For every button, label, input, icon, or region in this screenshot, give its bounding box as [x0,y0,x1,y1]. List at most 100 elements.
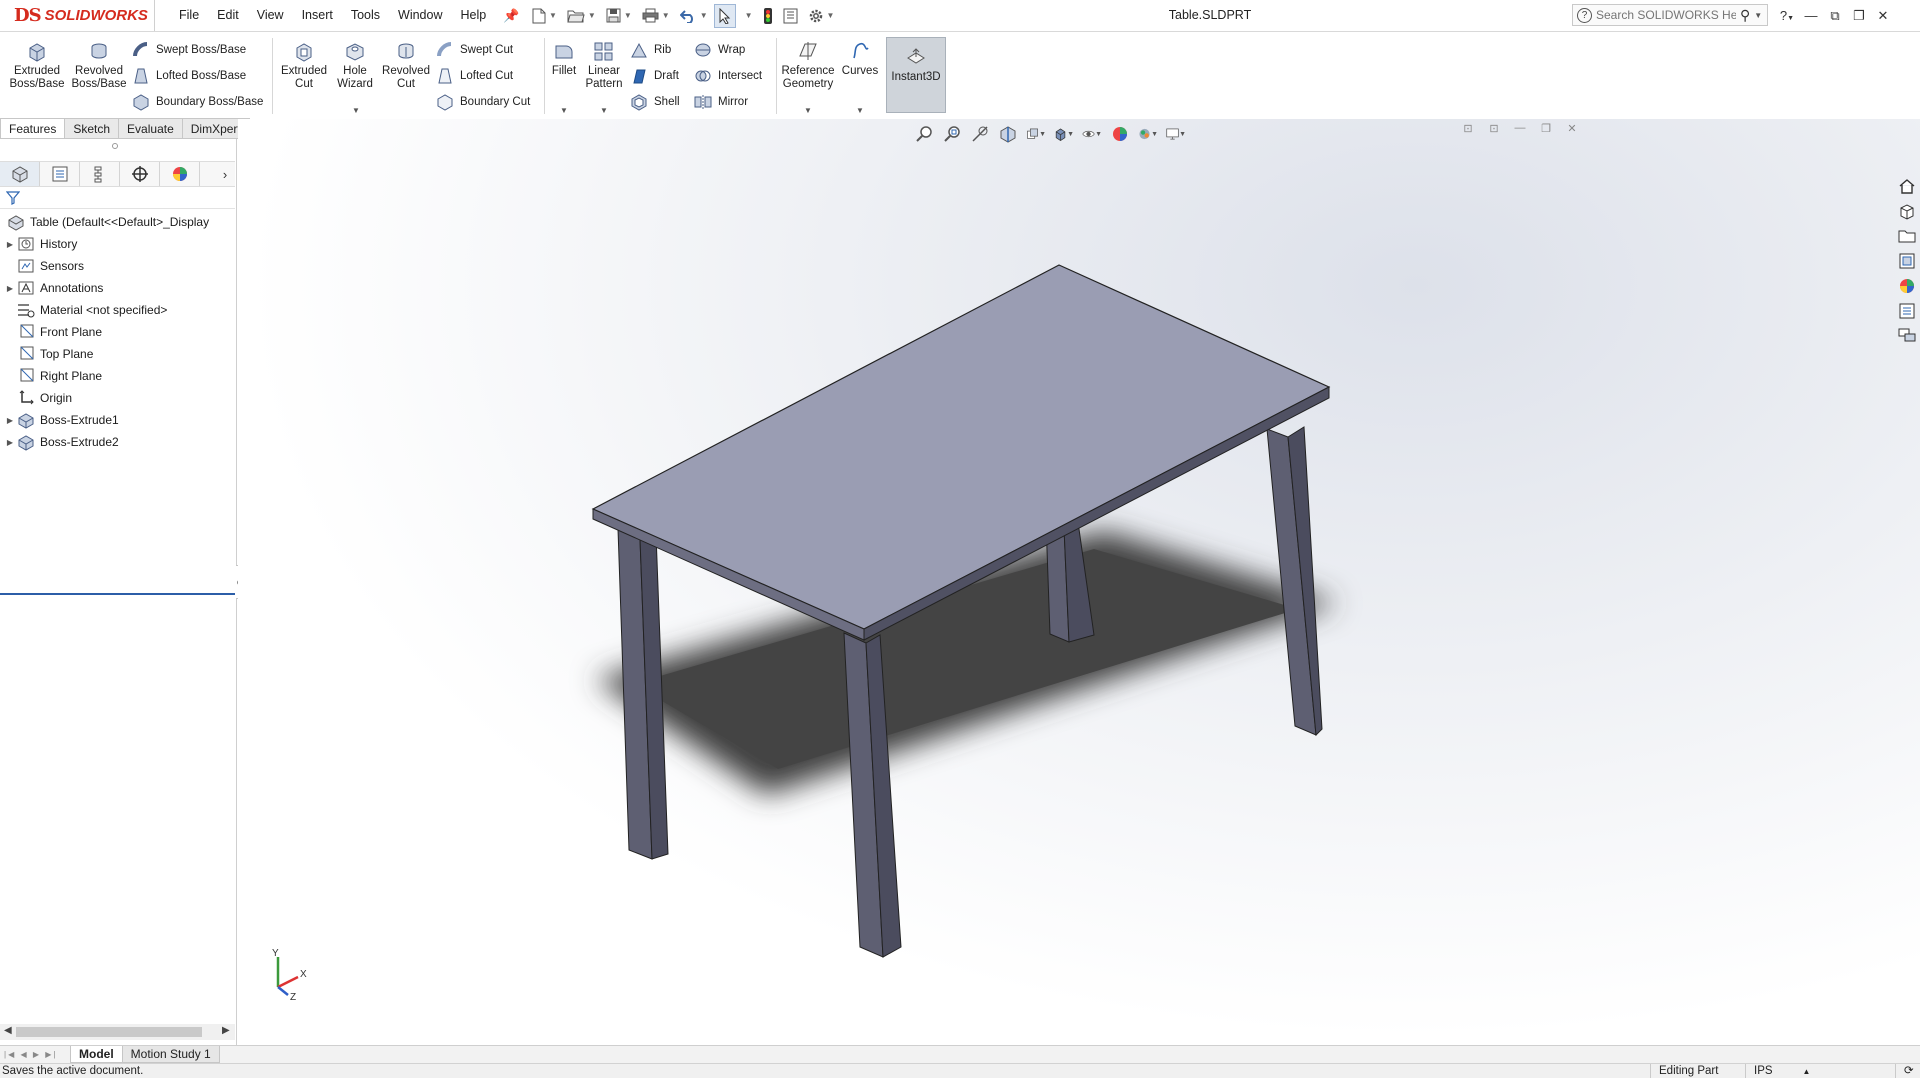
tree-filter[interactable] [0,187,235,209]
curves-button[interactable]: Curves ▼ [838,40,882,115]
menu-tools[interactable]: Tools [342,0,389,31]
dynamic-annotation-button[interactable]: ▼ [1026,124,1046,144]
linear-pattern-dropdown[interactable]: ▼ [600,104,608,117]
draft-button[interactable]: Draft [630,66,679,86]
swept-cut-button[interactable]: Swept Cut [436,40,513,60]
new-document-button[interactable]: ▼ [528,4,561,28]
custom-properties-tab[interactable] [1896,300,1918,322]
viewport-next-icon[interactable]: ⊡ [1486,122,1502,138]
undo-button[interactable]: ▼ [676,4,712,28]
previous-view-button[interactable] [970,124,990,144]
tree-item-right-plane[interactable]: Right Plane [0,365,235,387]
tab-motion-study[interactable]: Motion Study 1 [121,1046,220,1063]
menu-file[interactable]: File [170,0,208,31]
open-button[interactable]: ▼ [563,4,600,28]
featuremanager-tab[interactable] [0,162,40,186]
graphics-area[interactable]: ▼ ▼ ▼ ▼ ▼ ⊡ ⊡ — ❐ ✕ Y X Z [238,119,1920,1045]
zoom-to-fit-button[interactable] [914,124,934,144]
tree-item-origin[interactable]: Origin [0,387,235,409]
tree-item-history[interactable]: ▶ History [0,233,235,255]
design-library-tab[interactable] [1896,200,1918,222]
instant3d-toggle[interactable]: Instant3D [886,37,946,113]
file-explorer-tab[interactable] [1896,225,1918,247]
lofted-cut-button[interactable]: Lofted Cut [436,66,513,86]
hole-wizard-button[interactable]: Hole Wizard ▼ [332,40,378,115]
menu-help[interactable]: Help [452,0,496,31]
viewport-minimize-button[interactable]: — [1512,122,1528,138]
viewport-prev-icon[interactable]: ⊡ [1460,122,1476,138]
menu-edit[interactable]: Edit [208,0,248,31]
extruded-boss-button[interactable]: Extruded Boss/Base [6,40,68,110]
boundary-cut-button[interactable]: Boundary Cut [436,92,530,112]
units-selector[interactable]: IPS ▲ [1745,1064,1835,1078]
displaymanager-tab[interactable] [160,162,200,186]
hole-wizard-dropdown[interactable]: ▼ [352,104,360,117]
menu-insert[interactable]: Insert [293,0,342,31]
file-properties-button[interactable] [779,4,802,28]
rebuild-button[interactable] [759,4,777,28]
tab-evaluate[interactable]: Evaluate [118,118,183,139]
tile-windows-button[interactable]: ⧉ [1823,8,1847,24]
solidworks-resources-tab[interactable] [1896,175,1918,197]
more-tabs-arrow-icon[interactable]: › [215,167,235,182]
scroll-left-icon[interactable]: ◀ [4,1025,12,1036]
close-button[interactable]: ✕ [1871,8,1895,24]
search-input[interactable] [1596,8,1736,22]
expand-arrow-icon[interactable]: ▶ [3,284,17,293]
tree-item-material[interactable]: Material <not specified> [0,299,235,321]
fillet-button[interactable]: Fillet ▼ [548,40,580,115]
fillet-dropdown[interactable]: ▼ [560,104,568,117]
tree-item-annotations[interactable]: ▶ Annotations [0,277,235,299]
tree-item-front-plane[interactable]: Front Plane [0,321,235,343]
help-menu-button[interactable]: ?▼ [1775,8,1799,23]
dimxpertmanager-tab[interactable] [120,162,160,186]
menu-view[interactable]: View [248,0,293,31]
lofted-boss-button[interactable]: Lofted Boss/Base [132,66,246,86]
boundary-boss-button[interactable]: Boundary Boss/Base [132,92,263,112]
mirror-button[interactable]: Mirror [694,92,748,112]
save-button[interactable]: ▼ [602,4,636,28]
expand-arrow-icon[interactable]: ▶ [3,438,17,447]
linear-pattern-button[interactable]: Linear Pattern ▼ [584,40,624,115]
apply-scene-button[interactable]: ▼ [1138,124,1158,144]
horizontal-scrollbar[interactable]: ◀ ▶ [0,1024,235,1040]
expand-arrow-icon[interactable]: ▶ [3,416,17,425]
tab-model[interactable]: Model [70,1046,123,1063]
intersect-button[interactable]: Intersect [694,66,762,86]
tree-item-boss-extrude1[interactable]: ▶ Boss-Extrude1 [0,409,235,431]
tree-root-part[interactable]: Table (Default<<Default>_Display [0,211,235,233]
tree-item-sensors[interactable]: Sensors [0,255,235,277]
select-dropdown[interactable]: ▼ [738,4,757,28]
restore-button[interactable]: ❐ [1847,8,1871,24]
rollback-bar[interactable] [0,593,235,595]
revolved-cut-button[interactable]: Revolved Cut [380,40,432,110]
search-icon[interactable]: ⚲ [1740,7,1750,24]
curves-dropdown[interactable]: ▼ [856,104,864,117]
zoom-to-area-button[interactable] [942,124,962,144]
tab-scroll-arrows-icon[interactable]: |◀ ◀ ▶ ▶| [0,1050,70,1059]
reference-geometry-button[interactable]: Reference Geometry ▼ [780,40,836,115]
search-dropdown-icon[interactable]: ▼ [1754,11,1762,20]
tab-features[interactable]: Features [0,118,66,139]
rebuild-status-icon[interactable]: ⟳ [1895,1064,1920,1078]
rib-button[interactable]: Rib [630,40,671,60]
view-palette-tab[interactable] [1896,250,1918,272]
view-settings-button[interactable]: ▼ [1166,124,1186,144]
tree-item-boss-extrude2[interactable]: ▶ Boss-Extrude2 [0,431,235,453]
expand-arrow-icon[interactable]: ▶ [3,240,17,249]
pin-menu-icon[interactable]: 📌 [495,8,527,24]
minimize-button[interactable]: — [1799,8,1823,23]
forum-tab[interactable] [1896,325,1918,347]
panel-grip-icon[interactable] [112,143,118,149]
menu-window[interactable]: Window [389,0,451,31]
display-style-button[interactable]: ▼ [1054,124,1074,144]
revolved-boss-button[interactable]: Revolved Boss/Base [70,40,128,110]
configurationmanager-tab[interactable] [80,162,120,186]
solidworks-logo[interactable]: DS SOLIDWORKS [0,0,155,31]
scrollbar-thumb[interactable] [16,1027,202,1037]
select-button[interactable] [713,3,736,28]
edit-appearance-button[interactable] [1110,124,1130,144]
wrap-button[interactable]: Wrap [694,40,745,60]
swept-boss-button[interactable]: Swept Boss/Base [132,40,246,60]
reference-geometry-dropdown[interactable]: ▼ [804,104,812,117]
